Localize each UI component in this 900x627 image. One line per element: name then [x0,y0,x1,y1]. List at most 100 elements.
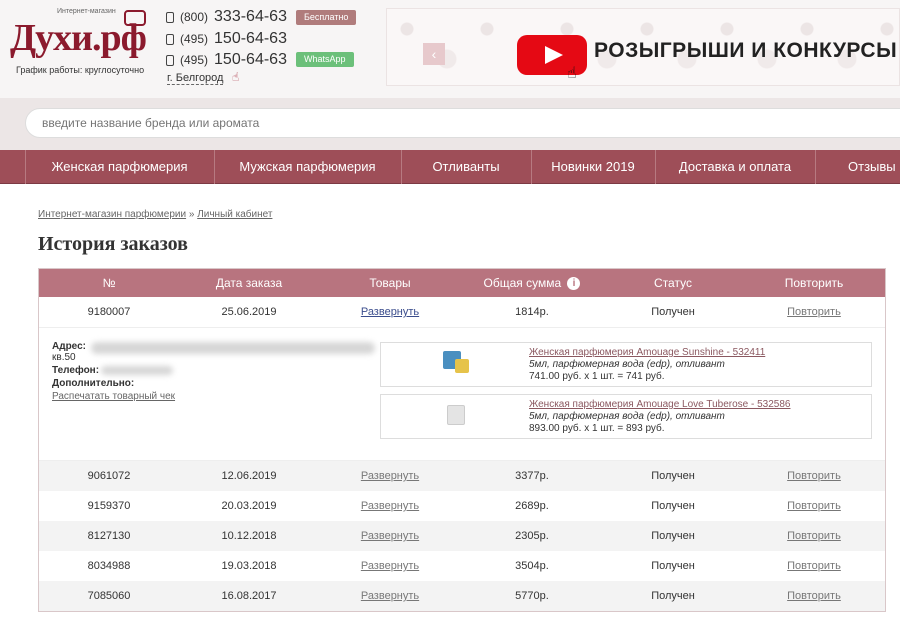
order-status: Получен [651,590,695,602]
phone-label: Телефон: [52,365,100,376]
breadcrumb: Интернет-магазин парфюмерии » Личный каб… [38,209,272,220]
page-title: История заказов [38,233,188,255]
order-date: 12.06.2019 [221,470,277,482]
table-row: 8127130 10.12.2018 Развернуть 2305р. Пол… [39,521,885,551]
order-status: Получен [651,306,695,318]
order-number: 8034988 [87,560,131,572]
col-header-number: № [102,276,116,290]
repeat-link[interactable]: Повторить [787,306,841,318]
order-number: 9180007 [87,306,131,318]
expand-link[interactable]: Развернуть [361,500,419,512]
expand-link[interactable]: Развернуть [361,530,419,542]
col-header-goods: Товары [369,276,411,290]
table-header: № Дата заказа Товары Общая сумма i Стату… [39,269,885,297]
order-date: 16.08.2017 [221,590,277,602]
repeat-link[interactable]: Повторить [787,500,841,512]
order-sum: 2689р. [515,500,549,512]
order-sum: 2305р. [515,530,549,542]
order-details: Адрес: кв.50 Телефон: Дополнительно: Рас… [39,327,885,461]
order-sum: 3504р. [515,560,549,572]
order-sum: 1814р. [515,306,549,318]
repeat-link[interactable]: Повторить [787,560,841,572]
nav-item-decants[interactable]: Отливанты [401,150,531,184]
orders-table: № Дата заказа Товары Общая сумма i Стату… [38,268,886,612]
order-number: 7085060 [87,590,131,602]
search-input[interactable] [25,108,900,138]
expand-link[interactable]: Развернуть [361,560,419,572]
nav-item-women[interactable]: Женская парфюмерия [25,150,214,184]
repeat-link[interactable]: Повторить [787,470,841,482]
product-card: Женская парфюмерия Amouage Love Tuberose… [380,394,872,439]
order-sum: 5770р. [515,590,549,602]
col-header-date: Дата заказа [215,276,283,290]
order-status: Получен [651,560,695,572]
repeat-link[interactable]: Повторить [787,530,841,542]
address-tail: кв.50 [52,352,76,363]
order-sum: 3377р. [515,470,549,482]
whatsapp-badge[interactable]: WhatsApp [296,52,354,67]
main-nav: Женская парфюмерия Мужская парфюмерия От… [0,150,900,184]
order-status: Получен [651,500,695,512]
product-thumbnail [441,351,471,375]
banner-prev-button[interactable]: ‹ [423,43,445,65]
order-date: 10.12.2018 [221,530,277,542]
redacted-address [91,342,375,354]
table-row: 9180007 25.06.2019 Развернуть 1814р. Пол… [39,297,885,327]
repeat-link[interactable]: Повторить [787,590,841,602]
nav-item-men[interactable]: Мужская парфюмерия [214,150,401,184]
work-schedule: График работы: круглосуточно [16,65,145,75]
order-date: 20.03.2019 [221,500,277,512]
extra-label: Дополнительно: [52,378,135,389]
order-date: 19.03.2018 [221,560,277,572]
product-card: Женская парфюмерия Amouage Sunshine - 53… [380,342,872,387]
product-title-link[interactable]: Женская парфюмерия Amouage Sunshine - 53… [529,347,765,358]
phone-moscow[interactable]: (495) 150-64-63 [166,30,287,48]
cursor-icon: ☝ [567,65,577,82]
info-icon[interactable]: i [567,277,581,291]
print-receipt-link[interactable]: Распечатать товарный чек [52,391,175,402]
table-row: 7085060 16.08.2017 Развернуть 5770р. Пол… [39,581,885,611]
breadcrumb-current[interactable]: Личный кабинет [197,209,272,220]
table-row: 9159370 20.03.2019 Развернуть 2689р. Пол… [39,491,885,521]
order-date: 25.06.2019 [221,306,277,318]
phone-whatsapp[interactable]: (495) 150-64-63 [166,51,287,69]
promo-banner[interactable]: ‹ ☝ РОЗЫГРЫШИ И КОНКУРСЫ [386,8,900,86]
table-row: 9061072 12.06.2019 Развернуть 3377р. Пол… [39,461,885,491]
pointer-hand-icon: ☝ [232,70,240,84]
order-status: Получен [651,530,695,542]
nav-item-new[interactable]: Новинки 2019 [531,150,655,184]
expand-link[interactable]: Развернуть [361,470,419,482]
expand-link[interactable]: Развернуть [361,590,419,602]
order-number: 9159370 [87,500,131,512]
order-number: 8127130 [87,530,131,542]
breadcrumb-separator: » [188,209,195,220]
order-status: Получен [651,470,695,482]
free-call-badge: Бесплатно [296,10,357,25]
search-bar [0,98,900,150]
phone-free[interactable]: (800) 333-64-63 [166,8,287,26]
phone-icon [166,54,174,66]
redacted-phone [101,366,173,375]
product-description: 5мл, парфюмерная вода (edp), отливант [529,359,725,370]
col-header-status: Статус [654,276,692,290]
phone-icon [166,33,174,45]
col-header-sum: Общая сумма i [461,269,603,297]
nav-item-delivery[interactable]: Доставка и оплата [655,150,815,184]
site-header: Интернет-магазин Духи.рф График работы: … [0,0,900,98]
phone-icon [166,11,174,23]
product-price: 893.00 руб. x 1 шт. = 893 руб. [529,423,665,434]
product-price: 741.00 руб. x 1 шт. = 741 руб. [529,371,665,382]
perfume-bottle-icon [124,10,146,26]
product-thumbnail [441,403,471,427]
nav-item-reviews[interactable]: Отзывы [815,150,900,184]
product-title-link[interactable]: Женская парфюмерия Amouage Love Tuberose… [529,399,790,410]
logo-subtitle: Интернет-магазин [57,8,116,15]
expand-link[interactable]: Развернуть [361,306,419,318]
col-header-repeat: Повторить [784,276,844,290]
city-selector[interactable]: г. Белгород [167,72,224,85]
address-label: Адрес: [52,341,86,352]
banner-text: РОЗЫГРЫШИ И КОНКУРСЫ [594,39,898,62]
table-row: 8034988 19.03.2018 Развернуть 3504р. Пол… [39,551,885,581]
order-number: 9061072 [87,470,131,482]
breadcrumb-home[interactable]: Интернет-магазин парфюмерии [38,209,186,220]
